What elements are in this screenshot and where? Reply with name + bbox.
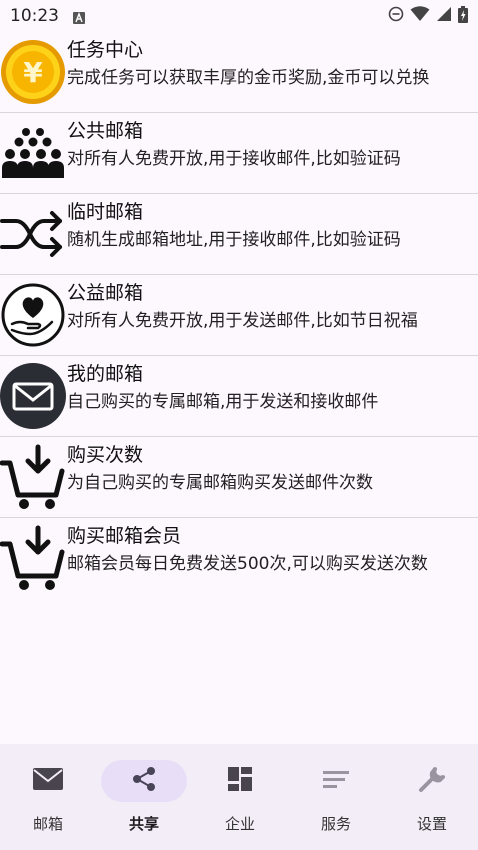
list-item-desc: 自己购买的专属邮箱,用于发送和接收邮件 (67, 392, 379, 412)
nav-item-settings[interactable]: 设置 (384, 744, 478, 850)
svg-text:¥: ¥ (23, 56, 43, 89)
nav-label: 共享 (128, 815, 159, 833)
nav-pill (293, 760, 379, 802)
status-time: 10:23 (10, 6, 59, 26)
list-item-title: 任务中心 (67, 39, 144, 61)
nav-item-mailbox[interactable]: 邮箱 (0, 744, 96, 850)
mail-icon (32, 767, 64, 795)
wifi-icon (410, 6, 430, 26)
list-item-desc: 完成任务可以获取丰厚的金币奖励,金币可以兑换 (67, 68, 430, 88)
list-item-title: 公益邮箱 (67, 282, 144, 304)
nav-pill (197, 760, 283, 802)
status-bar: 10:23 (0, 0, 478, 32)
cart-download-icon (0, 524, 66, 592)
nav-item-enterprise[interactable]: 企业 (192, 744, 288, 850)
system-icons (388, 5, 468, 27)
nav-label: 设置 (416, 815, 447, 833)
gold-coin-icon: ¥ (0, 38, 66, 106)
list-item-charity-mailbox[interactable]: 公益邮箱 对所有人免费开放,用于发送邮件,比如节日祝福 (0, 275, 478, 356)
list-item-title: 购买次数 (67, 444, 144, 466)
heart-hand-icon (0, 281, 66, 349)
shuffle-icon (0, 200, 66, 268)
wrench-icon (418, 765, 446, 797)
list-item-desc: 邮箱会员每日免费发送500次,可以购买发送次数 (67, 554, 428, 574)
list-item-title: 公共邮箱 (67, 120, 144, 142)
notes-icon (322, 769, 350, 793)
battery-charging-icon (458, 5, 468, 27)
nav-item-share[interactable]: 共享 (96, 744, 192, 850)
cart-download-icon (0, 443, 66, 511)
nav-label: 服务 (320, 815, 351, 833)
nav-pill (5, 760, 91, 802)
list-item-buy-membership[interactable]: 购买邮箱会员 邮箱会员每日免费发送500次,可以购买发送次数 (0, 518, 478, 598)
group-people-icon (0, 119, 66, 187)
list-item-temp-mailbox[interactable]: 临时邮箱 随机生成邮箱地址,用于接收邮件,比如验证码 (0, 194, 478, 275)
nav-label: 邮箱 (32, 815, 63, 833)
list-item-title: 购买邮箱会员 (67, 525, 182, 547)
list-item-desc: 随机生成邮箱地址,用于接收邮件,比如验证码 (67, 230, 401, 250)
nav-label: 企业 (224, 815, 255, 833)
list-item-desc: 对所有人免费开放,用于发送邮件,比如节日祝福 (67, 311, 418, 331)
app-notification-icon (73, 9, 85, 24)
share-icon (132, 766, 156, 796)
list-item-desc: 为自己购买的专属邮箱购买发送邮件次数 (67, 473, 373, 493)
do-not-disturb-icon (388, 6, 404, 26)
list-item-title: 我的邮箱 (67, 363, 144, 385)
nav-pill (101, 760, 187, 802)
bottom-navigation: 邮箱 共享 企业 服务 设置 (0, 744, 478, 850)
dashboard-icon (227, 766, 253, 796)
nav-pill (389, 760, 475, 802)
list-item-buy-send-count[interactable]: 购买次数 为自己购买的专属邮箱购买发送邮件次数 (0, 437, 478, 518)
envelope-circle-icon (0, 362, 66, 430)
list-item-public-mailbox[interactable]: 公共邮箱 对所有人免费开放,用于接收邮件,比如验证码 (0, 113, 478, 194)
feature-list: ¥ 任务中心 完成任务可以获取丰厚的金币奖励,金币可以兑换 公共邮箱 对所有人免… (0, 32, 478, 598)
cell-signal-icon (436, 6, 452, 26)
list-item-desc: 对所有人免费开放,用于接收邮件,比如验证码 (67, 149, 401, 169)
list-item-title: 临时邮箱 (67, 201, 144, 223)
list-item-task-center[interactable]: ¥ 任务中心 完成任务可以获取丰厚的金币奖励,金币可以兑换 (0, 32, 478, 113)
list-item-my-mailbox[interactable]: 我的邮箱 自己购买的专属邮箱,用于发送和接收邮件 (0, 356, 478, 437)
nav-item-service[interactable]: 服务 (288, 744, 384, 850)
